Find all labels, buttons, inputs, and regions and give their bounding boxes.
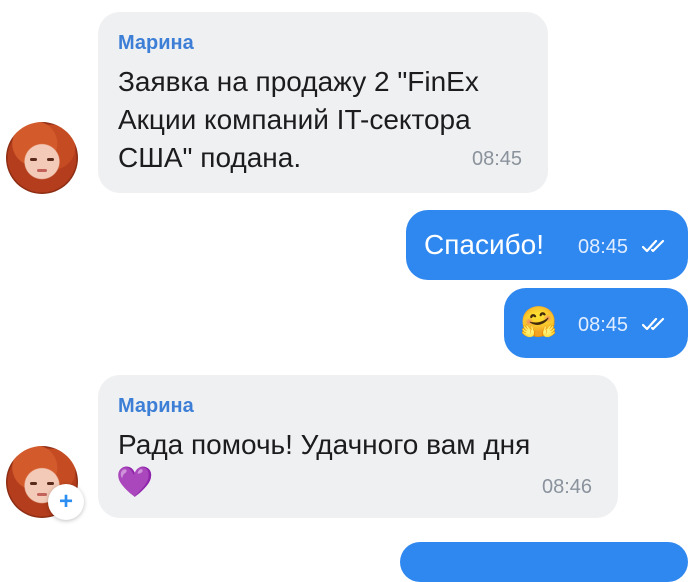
avatar-eye — [47, 482, 54, 485]
incoming-message-bubble[interactable]: Марина Заявка на продажу 2 "FinEx Акции … — [98, 12, 548, 193]
avatar-mouth — [37, 493, 47, 496]
message-text: Заявка на продажу 2 "FinEx Акции компани… — [118, 63, 479, 177]
message-time: 08:46 — [542, 476, 593, 498]
outgoing-message-bubble[interactable]: Спасибо! 08:45 — [406, 210, 688, 280]
message-text-line: Акции компаний IT-сектора — [118, 104, 471, 135]
sender-name[interactable]: Марина — [118, 395, 194, 418]
message-text-line: США" подана. — [118, 142, 302, 173]
message-text-line: Заявка на продажу 2 "FinEx — [118, 66, 479, 97]
double-check-icon — [642, 239, 665, 253]
outgoing-message-bubble-partial[interactable] — [400, 542, 688, 582]
message-time: 08:45 — [578, 236, 629, 258]
avatar-eye — [30, 482, 37, 485]
avatar-eye — [47, 158, 54, 161]
message-time: 08:45 — [472, 148, 523, 170]
message-text: Рада помочь! Удачного вам дня — [118, 429, 531, 460]
outgoing-message-bubble[interactable]: 🤗 08:45 — [504, 288, 688, 358]
message-text: Спасибо! — [424, 229, 544, 260]
hugging-face-emoji: 🤗 — [520, 306, 558, 339]
purple-heart-emoji: 💜 — [116, 466, 154, 499]
contact-avatar[interactable] — [6, 122, 78, 194]
incoming-message-bubble[interactable]: Марина Рада помочь! Удачного вам дня 💜 0… — [98, 375, 618, 518]
avatar-eye — [30, 158, 37, 161]
add-contact-badge[interactable]: + — [48, 484, 84, 520]
avatar-mouth — [37, 169, 47, 172]
message-time: 08:45 — [578, 314, 629, 336]
double-check-icon — [642, 317, 665, 331]
sender-name[interactable]: Марина — [118, 32, 194, 55]
